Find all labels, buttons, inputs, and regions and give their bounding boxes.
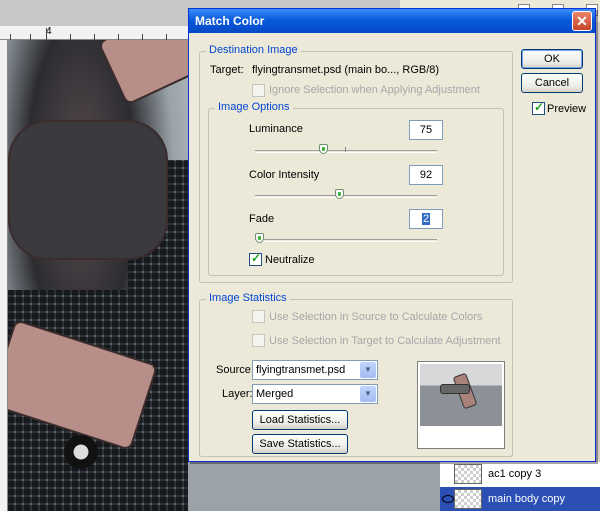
canvas-bottom-area: [188, 462, 440, 511]
fade-slider-thumb[interactable]: [254, 233, 264, 243]
target-value: flyingtransmet.psd (main bo..., RGB/8): [252, 64, 440, 76]
destination-image-legend: Destination Image: [206, 44, 301, 56]
color-intensity-label: Color Intensity: [249, 169, 320, 181]
luminance-label: Luminance: [249, 123, 303, 135]
checkmark-icon: ✓: [251, 251, 262, 265]
eye-icon[interactable]: [442, 495, 454, 503]
image-options-legend: Image Options: [215, 101, 293, 113]
use-selection-target-checkbox[interactable]: [252, 334, 265, 347]
close-icon: ✕: [576, 13, 588, 29]
luminance-slider-track[interactable]: [255, 150, 437, 153]
layer-name: ac1 copy 3: [488, 468, 542, 480]
layer-row[interactable]: ac1 copy 3: [440, 462, 600, 486]
target-label: Target:: [210, 64, 244, 76]
load-statistics-button[interactable]: Load Statistics...: [252, 410, 348, 430]
close-button[interactable]: ✕: [572, 11, 592, 31]
layers-panel: ac1 copy 3 main body copy: [440, 462, 600, 511]
source-label: Source:: [216, 364, 254, 376]
cancel-button[interactable]: Cancel: [521, 73, 583, 93]
layer-select[interactable]: Merged ▼: [252, 384, 378, 404]
save-statistics-button[interactable]: Save Statistics...: [252, 434, 348, 454]
use-selection-source-checkbox[interactable]: [252, 310, 265, 323]
layer-name: main body copy: [488, 493, 566, 505]
destination-image-group: Destination Image Target: flyingtransmet…: [199, 44, 513, 283]
layer-label: Layer:: [222, 388, 253, 400]
fade-slider-track[interactable]: [255, 239, 437, 242]
image-statistics-legend: Image Statistics: [206, 292, 290, 304]
vertical-ruler: [0, 40, 8, 511]
layer-value: Merged: [256, 388, 294, 400]
source-value: flyingtransmet.psd: [256, 364, 346, 376]
fade-label: Fade: [249, 213, 275, 225]
use-selection-source-label: Use Selection in Source to Calculate Col…: [269, 311, 483, 323]
document-canvas[interactable]: [8, 40, 190, 511]
ignore-selection-checkbox[interactable]: [252, 84, 265, 97]
source-preview-image: [420, 364, 502, 426]
match-color-dialog: Match Color ✕ Destination Image Target: …: [188, 8, 596, 462]
preview-label: Preview: [547, 103, 587, 115]
layer-row-selected[interactable]: main body copy: [440, 487, 600, 511]
layer-thumbnail: [454, 489, 482, 509]
layer-thumbnail: [454, 464, 482, 484]
dialog-title-bar[interactable]: Match Color ✕: [189, 9, 595, 33]
preview-checkbox[interactable]: ✓: [532, 100, 545, 115]
dialog-title: Match Color: [195, 14, 265, 28]
luminance-input[interactable]: 75: [409, 120, 443, 140]
chevron-down-icon[interactable]: ▼: [360, 386, 376, 402]
ok-button[interactable]: OK: [521, 49, 583, 69]
chevron-down-icon[interactable]: ▼: [360, 362, 376, 378]
checkmark-icon: ✓: [534, 100, 545, 114]
source-preview-thumbnail: [417, 361, 505, 449]
color-intensity-slider-thumb[interactable]: [334, 189, 344, 199]
neutralize-checkbox[interactable]: ✓: [249, 251, 262, 266]
horizontal-ruler: 4: [0, 26, 190, 40]
color-intensity-input[interactable]: 92: [409, 165, 443, 185]
color-intensity-slider-track[interactable]: [255, 195, 437, 198]
neutralize-label: Neutralize: [265, 254, 315, 266]
source-select[interactable]: flyingtransmet.psd ▼: [252, 360, 378, 380]
use-selection-target-label: Use Selection in Target to Calculate Adj…: [269, 335, 501, 347]
image-options-group: Image Options Luminance 75 Color Intensi…: [208, 101, 504, 276]
fade-input[interactable]: 2: [409, 209, 443, 229]
ignore-selection-label: Ignore Selection when Applying Adjustmen…: [269, 84, 480, 96]
